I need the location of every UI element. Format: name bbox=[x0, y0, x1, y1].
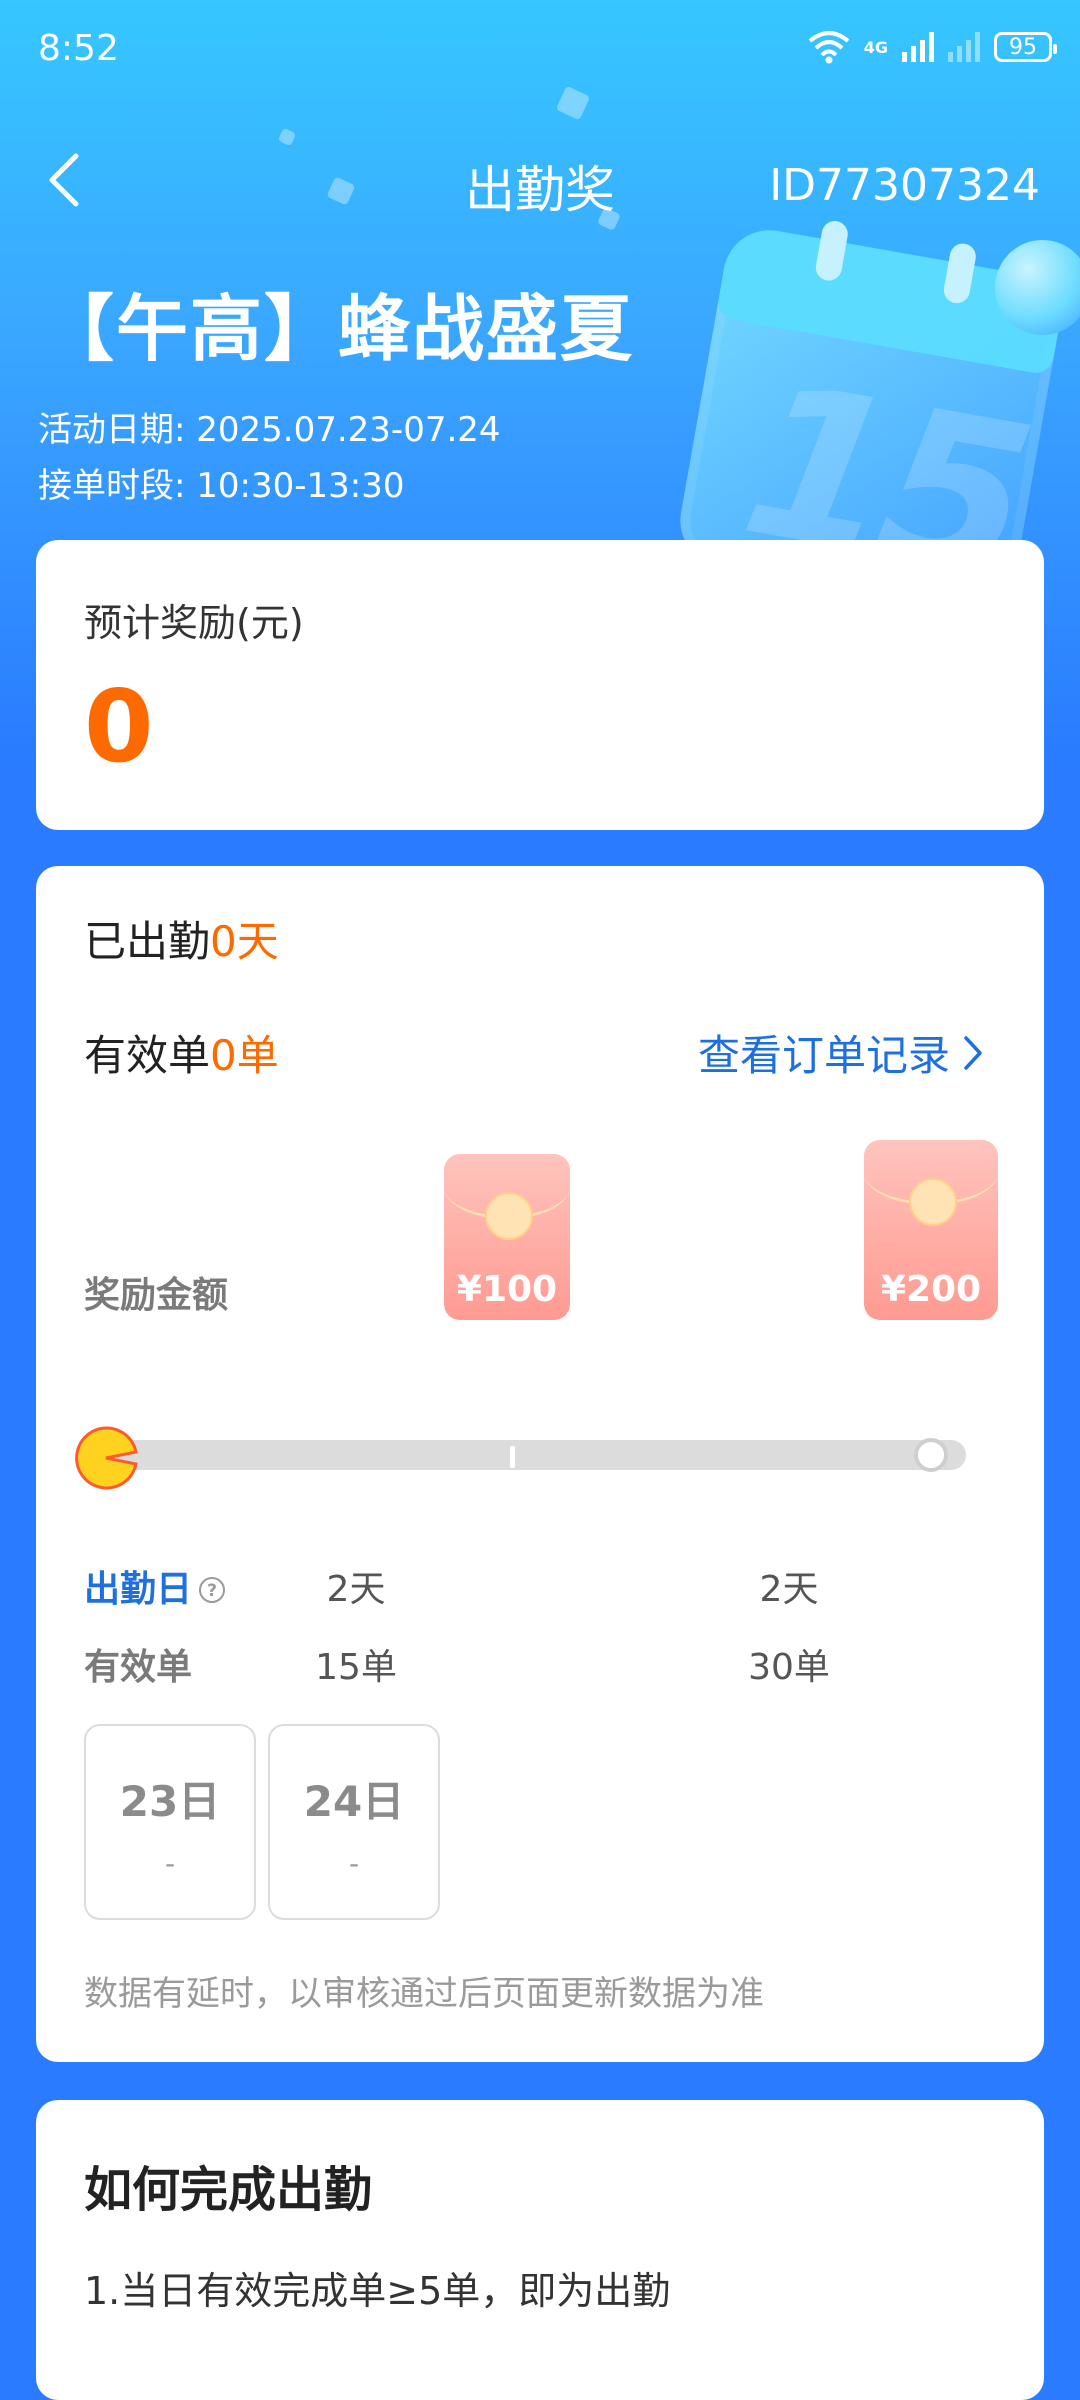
day-box-24: 24日 - bbox=[268, 1724, 440, 1920]
activity-title: 【午高】蜂战盛夏 bbox=[42, 287, 635, 371]
how-to-rule-1: 1.当日有效完成单≥5单，即为出勤 bbox=[84, 2269, 671, 2313]
network-type-label: 4G bbox=[863, 37, 888, 57]
day-box-date: 23日 bbox=[119, 1777, 221, 1826]
view-order-records-link[interactable]: 查看订单记录 bbox=[698, 1022, 984, 1083]
wifi-icon bbox=[808, 31, 850, 64]
progress-tick-tier-1 bbox=[510, 1446, 515, 1468]
estimated-reward-label: 预计奖励(元) bbox=[84, 601, 304, 645]
attendance-days-label-text: 出勤日 bbox=[84, 1569, 193, 1610]
tier-1-days: 2天 bbox=[326, 1569, 386, 1610]
reward-amount-label: 奖励金额 bbox=[84, 1275, 229, 1316]
estimated-reward-value: 0 bbox=[84, 668, 154, 785]
battery-level: 95 bbox=[1009, 34, 1037, 60]
valid-orders-summary: 有效单0单 bbox=[84, 1022, 279, 1083]
status-bar: 8:52 4G 95 bbox=[0, 0, 1080, 100]
svg-text:?: ? bbox=[207, 1581, 217, 1601]
day-box-date: 24日 bbox=[303, 1777, 405, 1826]
activity-date: 活动日期: 2025.07.23-07.24 bbox=[38, 410, 501, 450]
status-icons: 4G 95 bbox=[808, 30, 1057, 64]
estimated-reward-card: 预计奖励(元) 0 bbox=[36, 540, 1044, 830]
attendance-days-label: 出勤日? bbox=[84, 1560, 226, 1612]
signal-no-service-icon bbox=[948, 32, 980, 62]
view-order-records-label: 查看订单记录 bbox=[697, 1031, 950, 1080]
valid-orders-value: 0单 bbox=[210, 1031, 279, 1080]
day-box-value: - bbox=[348, 1847, 360, 1880]
rider-id: ID77307324 bbox=[769, 160, 1040, 211]
battery-icon: 95 bbox=[994, 32, 1057, 62]
tier-2-days: 2天 bbox=[759, 1569, 819, 1610]
attendance-value: 0天 bbox=[210, 917, 279, 966]
help-icon[interactable]: ? bbox=[198, 1576, 226, 1604]
tier-1-orders: 15单 bbox=[315, 1647, 397, 1688]
attendance-label: 已出勤 bbox=[84, 917, 211, 966]
progress-indicator-icon bbox=[75, 1426, 138, 1490]
status-time: 8:52 bbox=[38, 28, 119, 69]
valid-orders-label: 有效单 bbox=[84, 1031, 211, 1080]
chevron-right-icon bbox=[964, 1035, 982, 1070]
valid-orders-row-label: 有效单 bbox=[84, 1647, 193, 1688]
tier-2-orders: 30单 bbox=[748, 1647, 830, 1688]
nav-bar: 出勤奖 ID77307324 bbox=[0, 140, 1080, 230]
data-delay-notice: 数据有延时，以审核通过后页面更新数据为准 bbox=[84, 1974, 764, 2014]
signal-icon bbox=[902, 32, 934, 62]
day-box-value: - bbox=[164, 1847, 176, 1880]
day-box-23: 23日 - bbox=[84, 1724, 256, 1920]
red-envelope-tier-2: ¥200 bbox=[864, 1140, 998, 1320]
tier-2-amount: ¥200 bbox=[880, 1269, 982, 1310]
progress-end-marker bbox=[914, 1438, 948, 1472]
red-envelope-tier-1: ¥100 bbox=[444, 1154, 570, 1320]
how-to-card: 如何完成出勤 1.当日有效完成单≥5单，即为出勤 bbox=[36, 2100, 1044, 2400]
progress-card: 已出勤0天 有效单0单 查看订单记录 奖励金额 ¥100 ¥200 出勤日? 2… bbox=[36, 866, 1044, 2062]
activity-time-slot: 接单时段: 10:30-13:30 bbox=[38, 466, 405, 506]
tier-1-amount: ¥100 bbox=[456, 1269, 558, 1310]
progress-track bbox=[116, 1440, 966, 1470]
attendance-summary: 已出勤0天 bbox=[84, 908, 279, 969]
how-to-title: 如何完成出勤 bbox=[84, 2162, 373, 2218]
orb-decoration bbox=[995, 240, 1080, 335]
